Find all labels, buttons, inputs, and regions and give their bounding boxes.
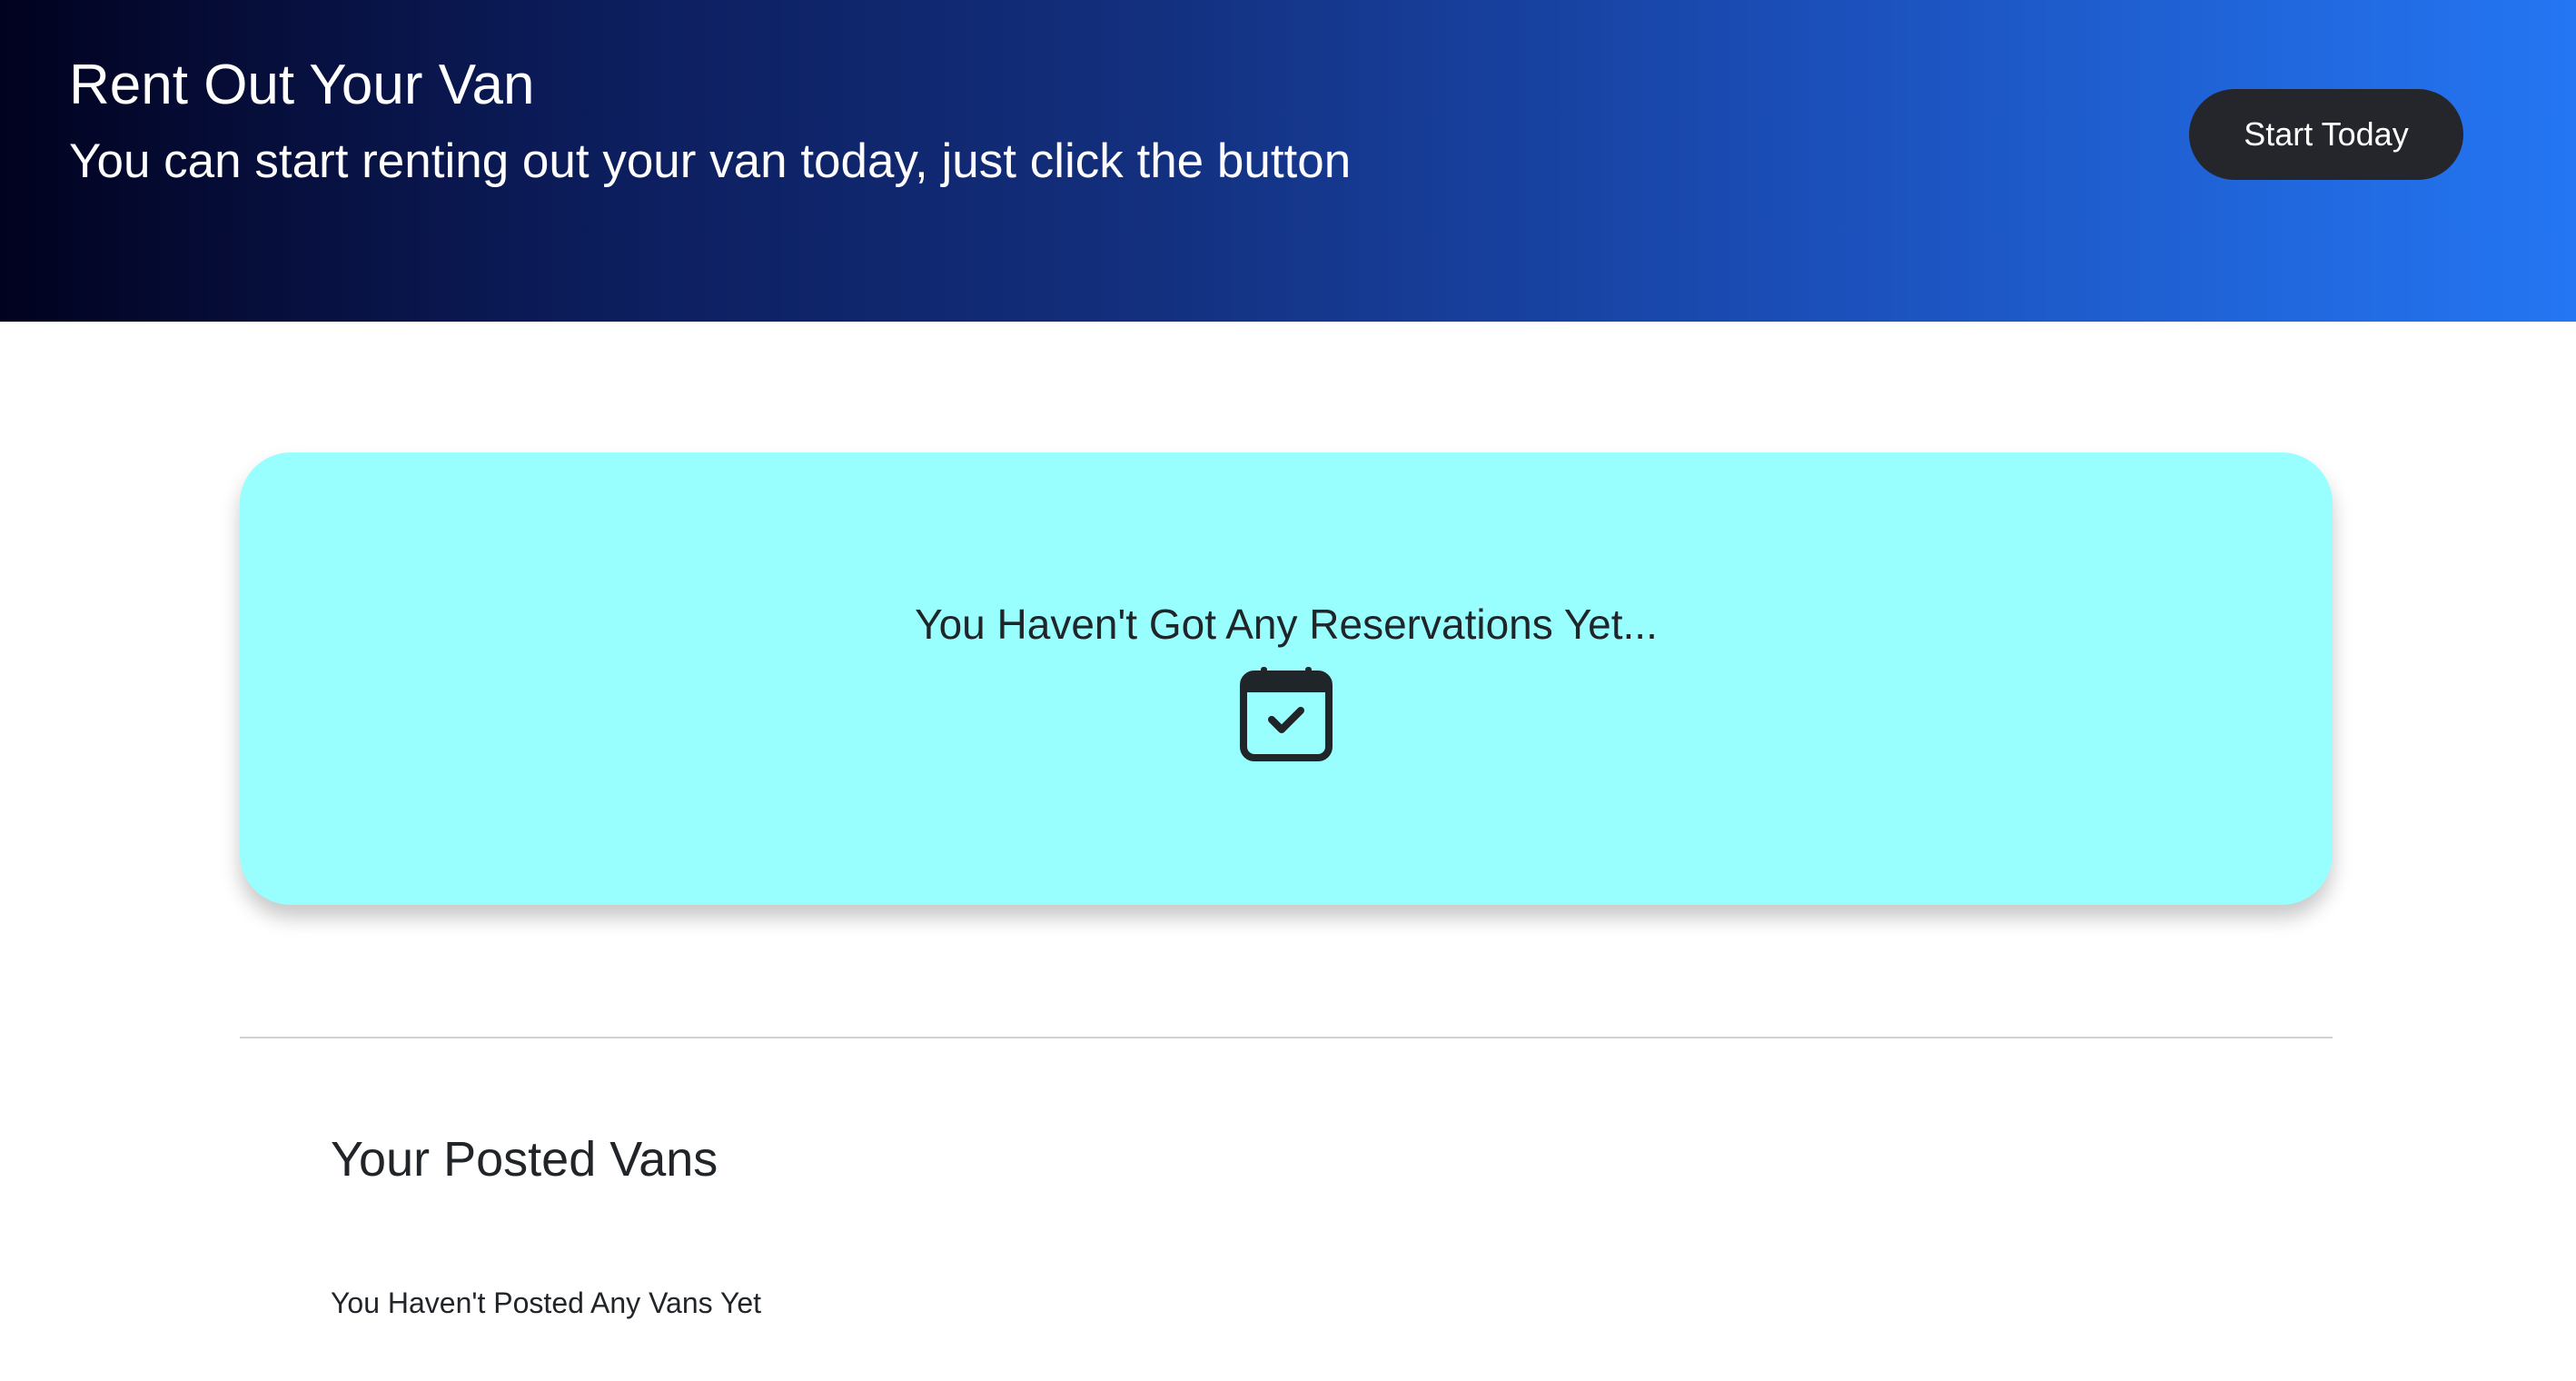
calendar-check-icon [1240, 667, 1333, 761]
posted-vans-empty-message: You Haven't Posted Any Vans Yet [331, 1287, 762, 1319]
reservations-empty-message: You Haven't Got Any Reservations Yet... [915, 601, 1658, 648]
posted-vans-heading: Your Posted Vans [331, 1132, 718, 1187]
hero-subtitle: You can start renting out your van today… [69, 134, 1352, 188]
hero-banner: Rent Out Your Van You can start renting … [0, 0, 2576, 322]
section-divider [240, 1037, 2333, 1038]
start-today-button[interactable]: Start Today [2189, 89, 2463, 180]
hero-title: Rent Out Your Van [69, 54, 535, 116]
reservations-card: You Haven't Got Any Reservations Yet... [240, 452, 2333, 905]
